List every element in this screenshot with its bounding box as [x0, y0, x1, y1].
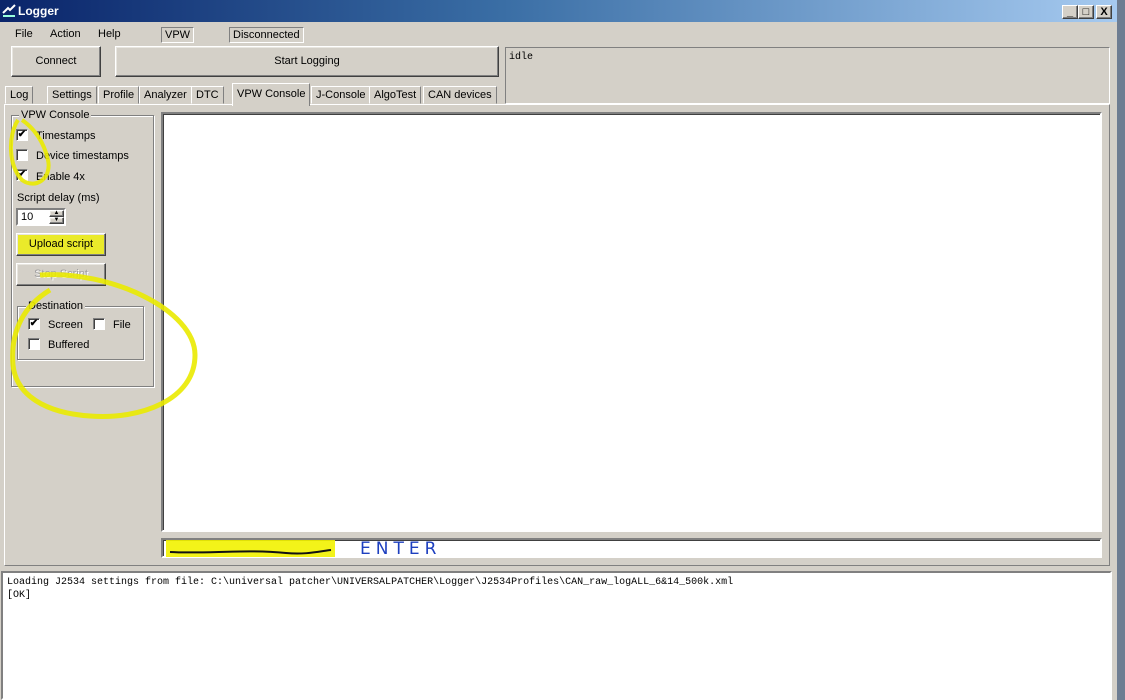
close-icon: X [1100, 6, 1108, 18]
enter-annotation: ENTER [360, 539, 442, 559]
tab-algotest[interactable]: AlgoTest [369, 86, 422, 104]
tab-vpw-console[interactable]: VPW Console [232, 83, 311, 106]
log-output[interactable]: Loading J2534 settings from file: C:\uni… [1, 571, 1112, 700]
minimize-button[interactable]: _ [1062, 5, 1078, 19]
logger-window: Logger _ □ X File Action Help VPW Discon… [0, 0, 1117, 700]
tab-can-devices[interactable]: CAN devices [423, 86, 497, 104]
status-text: idle [509, 52, 534, 63]
menu-action[interactable]: Action [50, 27, 81, 41]
log-line: Loading J2534 settings from file: C:\uni… [7, 577, 734, 588]
connect-button[interactable]: Connect [11, 46, 101, 77]
status-text-area: idle [505, 47, 1110, 104]
desktop-background [1117, 0, 1125, 700]
close-button[interactable]: X [1096, 5, 1112, 19]
tab-j-console[interactable]: J-Console [311, 86, 371, 104]
window-title: Logger [18, 4, 59, 18]
logger-app-icon [2, 4, 16, 17]
menu-help[interactable]: Help [98, 27, 121, 41]
start-logging-button[interactable]: Start Logging [115, 46, 499, 77]
input-scribble [169, 549, 332, 555]
maximize-button[interactable]: □ [1078, 5, 1094, 19]
connection-status: Disconnected [229, 27, 304, 43]
vpw-console-output[interactable] [161, 112, 1102, 532]
title-bar[interactable]: Logger _ □ X [0, 0, 1117, 22]
annotation-marks [8, 118, 198, 419]
minimize-icon: _ [1066, 6, 1074, 18]
menu-file[interactable]: File [15, 27, 33, 41]
maximize-icon: □ [1082, 6, 1090, 18]
log-line: [OK] [7, 590, 32, 601]
protocol-status: VPW [161, 27, 195, 43]
